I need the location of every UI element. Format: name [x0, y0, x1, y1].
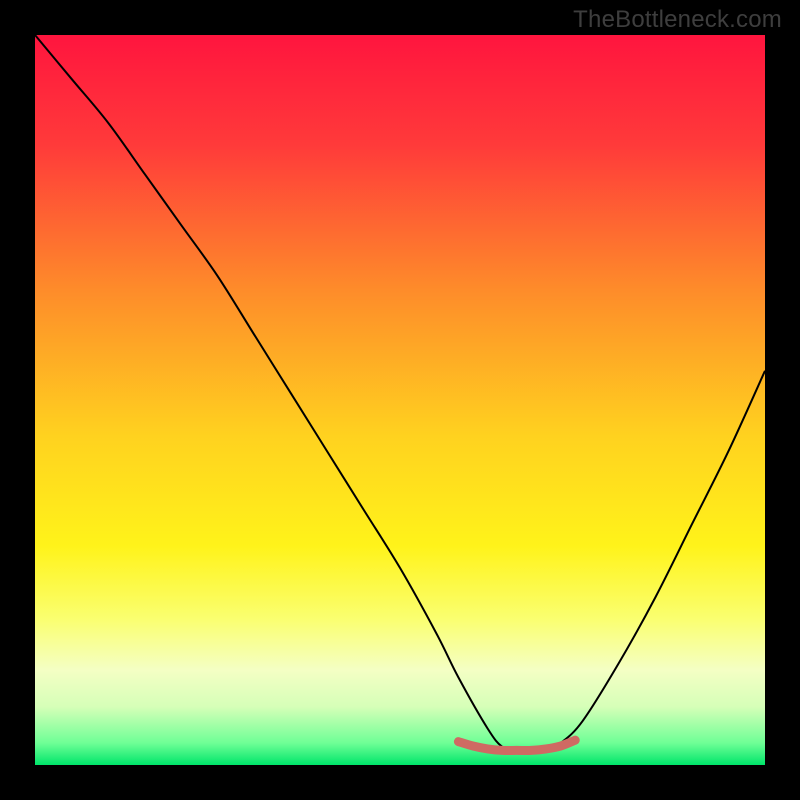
chart-container: TheBottleneck.com	[0, 0, 800, 800]
gradient-background	[35, 35, 765, 765]
chart-svg	[35, 35, 765, 765]
watermark-text: TheBottleneck.com	[573, 6, 782, 34]
plot-area	[35, 35, 765, 765]
